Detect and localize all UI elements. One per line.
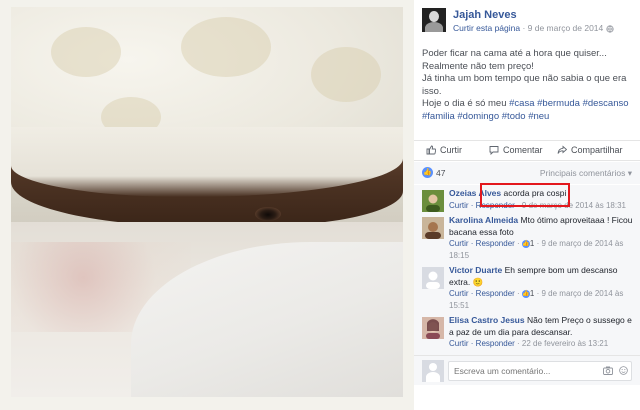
sort-label: Principais comentários (539, 168, 626, 178)
comment-body: Elisa Castro Jesus Não tem Preço o susse… (449, 315, 634, 350)
photo-eye (255, 207, 281, 221)
post-line-4-text: Hoje o dia é só meu (422, 98, 507, 109)
post-date[interactable]: 9 de março de 2014 (528, 23, 604, 33)
photo-floral-1 (51, 27, 121, 77)
post-author: Jajah Neves Curtir esta página · 9 de ma… (422, 8, 632, 36)
comment-label: Comentar (503, 145, 543, 155)
hashtag[interactable]: #bermuda (537, 98, 580, 109)
camera-icon[interactable] (603, 366, 613, 377)
chevron-down-icon: ▾ (627, 168, 632, 178)
author-avatar[interactable] (422, 8, 446, 32)
comment-sort-dropdown[interactable]: Principais comentários ▾ (540, 168, 632, 179)
comment-author[interactable]: Elisa Castro Jesus (449, 315, 525, 325)
like-mini-icon: 👍 (521, 239, 530, 248)
follow-page-link[interactable]: Curtir esta página (453, 23, 520, 33)
post-line-4: Hoje o dia é só meu #casa #bermuda #desc… (422, 98, 634, 123)
hashtag[interactable]: #familia (422, 111, 455, 122)
comment-icon (489, 145, 499, 156)
hashtag[interactable]: #descanso (583, 98, 629, 109)
like-button[interactable]: Curtir (426, 145, 462, 155)
comments-list: Ozeias Alves acorda pra cospi Curtir · R… (414, 185, 640, 355)
like-mini-icon: 👍 (521, 289, 530, 298)
comment-avatar[interactable] (422, 190, 444, 212)
composer-avatar (422, 360, 444, 382)
comment-avatar[interactable] (422, 267, 444, 289)
comment-author[interactable]: Victor Duarte (449, 265, 502, 275)
share-icon (557, 145, 568, 155)
comment-like-reply-links[interactable]: Curtir · Responder (449, 339, 515, 348)
highlight-annotation-box (480, 183, 570, 207)
post-text: Poder ficar na cama até a hora que quise… (422, 48, 634, 123)
comment-like-reply-links[interactable]: Curtir · Responder (449, 289, 515, 298)
author-meta: Curtir esta página · 9 de março de 2014 (453, 23, 614, 33)
like-label: Curtir (440, 145, 462, 155)
meta-separator: · (520, 23, 528, 33)
like-reaction-icon: 👍 (422, 167, 433, 178)
post-line-2: Realmente não tem preço! (422, 60, 534, 72)
comment-author[interactable]: Karolina Almeida (449, 215, 518, 225)
comment-like-count[interactable]: 👍1 (521, 239, 535, 248)
smiley-icon[interactable] (619, 366, 628, 377)
comment-body: Karolina Almeida Mto ótimo aproveitaaa !… (449, 215, 634, 261)
share-label: Compartilhar (571, 145, 623, 155)
post-line-1: Poder ficar na cama até a hora que quise… (422, 48, 607, 59)
post-photo[interactable] (11, 7, 403, 397)
hashtag[interactable]: #neu (528, 111, 549, 122)
share-button[interactable]: Compartilhar (557, 145, 623, 155)
hashtag[interactable]: #domingo (457, 111, 499, 122)
comment-meta: Curtir · Responder · 22 de fevereiro às … (449, 339, 609, 348)
comment-meta: Curtir · Responder · 👍1 · 9 de março de … (449, 239, 624, 260)
comment-button[interactable]: Comentar (489, 145, 543, 156)
photo-floral-3 (311, 47, 381, 102)
hashtag[interactable]: #todo (502, 111, 526, 122)
comment-body: Victor Duarte Eh sempre bom um descanso … (449, 265, 634, 311)
composer-icons (603, 366, 628, 377)
comment-like-count[interactable]: 👍1 (521, 289, 535, 298)
photo-floral-2 (181, 17, 271, 77)
author-name[interactable]: Jajah Neves (453, 9, 517, 21)
comment-meta: Curtir · Responder · 👍1 · 9 de março de … (449, 289, 624, 310)
post-stats: 👍 47 Principais comentários ▾ (414, 162, 640, 184)
photo-panel (0, 0, 414, 410)
comment-avatar[interactable] (422, 217, 444, 239)
comment-likes-value: 1 (529, 239, 535, 248)
post-line-3: Já tinha um bom tempo que não sabia o qu… (422, 73, 627, 97)
hashtag[interactable]: #casa (509, 98, 534, 109)
comment-date[interactable]: 22 de fevereiro às 13:21 (522, 339, 608, 348)
comment-likes-value: 1 (529, 289, 535, 298)
globe-icon (606, 23, 614, 33)
comment-like-reply-links[interactable]: Curtir · Responder (449, 239, 515, 248)
thumbs-up-icon (426, 145, 437, 155)
like-count[interactable]: 47 (436, 168, 445, 178)
post-actions-bar: Curtir Comentar Compartilhar (414, 140, 640, 161)
comment-composer (414, 355, 640, 385)
comment-avatar[interactable] (422, 317, 444, 339)
